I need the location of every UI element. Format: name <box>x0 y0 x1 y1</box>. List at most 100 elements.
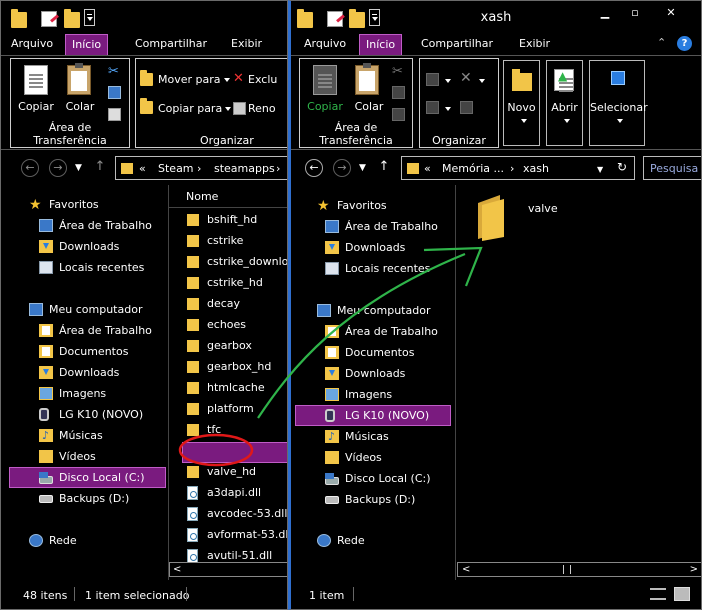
new-folder-icon[interactable] <box>64 9 80 28</box>
tree-label: Músicas <box>59 429 103 442</box>
scroll-thumb[interactable] <box>563 565 571 574</box>
forward-button[interactable]: → <box>333 159 351 177</box>
recent-places-icon <box>39 261 53 274</box>
scroll-left-icon[interactable]: < <box>462 563 470 576</box>
breadcrumb-chevron-icon: › <box>276 162 281 175</box>
tree-label: Locais recentes <box>59 261 145 274</box>
horizontal-scrollbar[interactable]: < <box>169 562 287 577</box>
cut-icon[interactable]: ✂ <box>392 65 405 78</box>
tab-compartilhar[interactable]: Compartilhar <box>415 34 499 55</box>
folder-icon <box>187 235 199 247</box>
paste-icon <box>67 63 91 95</box>
copy-button[interactable]: Copiar <box>13 100 59 113</box>
tab-inicio[interactable]: Início <box>65 34 109 55</box>
tree-label: Documentos <box>345 346 415 359</box>
copy-path-icon[interactable] <box>108 86 121 99</box>
tree-label: Imagens <box>59 387 107 400</box>
properties-icon[interactable] <box>41 11 57 27</box>
tab-inicio[interactable]: Início <box>359 34 403 55</box>
breadcrumb-memoria[interactable]: Memória ... <box>442 162 504 175</box>
paste-button[interactable]: Colar <box>348 100 390 113</box>
local-disk-icon <box>39 472 53 484</box>
back-button[interactable]: ← <box>21 159 39 177</box>
tab-arquivo[interactable]: Arquivo <box>5 34 59 55</box>
move-to-button[interactable]: Mover para <box>158 73 230 86</box>
copy-to-dropdown-icon[interactable] <box>445 107 451 111</box>
delete-icon[interactable]: ✕ <box>460 70 472 86</box>
delete-button[interactable]: Exclu <box>248 73 277 86</box>
breadcrumb-steam[interactable]: Steam <box>158 162 194 175</box>
copy-to-icon[interactable] <box>426 101 439 114</box>
recent-locations-button[interactable]: ▼ <box>75 163 82 173</box>
move-to-dropdown-icon[interactable] <box>445 79 451 83</box>
desktop-folder-icon <box>325 325 339 338</box>
column-header-name[interactable]: Nome <box>186 190 218 203</box>
tree-label: Músicas <box>345 430 389 443</box>
minimize-button[interactable]: ▁ <box>593 5 617 21</box>
file-name: platform <box>207 402 254 415</box>
cut-icon[interactable]: ✂ <box>108 65 121 78</box>
downloads-icon <box>39 366 53 379</box>
back-button[interactable]: ← <box>305 159 323 177</box>
new-button[interactable]: Novo <box>503 60 540 146</box>
folder-icon[interactable] <box>11 9 27 28</box>
copy-path-icon[interactable] <box>392 86 405 99</box>
up-button[interactable]: ↑ <box>375 159 393 177</box>
tree-label: Downloads <box>59 366 120 379</box>
horizontal-scrollbar[interactable]: < > <box>457 562 701 577</box>
breadcrumb-steamapps[interactable]: steamapps <box>214 162 275 175</box>
rename-button[interactable]: Reno <box>248 102 276 115</box>
help-icon[interactable]: ? <box>677 36 692 51</box>
status-divider <box>353 587 354 601</box>
large-icons-view-icon[interactable] <box>674 587 690 601</box>
address-bar[interactable]: « Memória ... › xash ▼ ↻ <box>401 156 635 180</box>
select-all-icon <box>611 71 625 85</box>
tab-exibir[interactable]: Exibir <box>513 34 556 55</box>
new-label: Novo <box>507 101 536 114</box>
breadcrumb-xash[interactable]: xash <box>523 162 549 175</box>
move-to-icon[interactable] <box>426 73 439 86</box>
file-name: gearbox_hd <box>207 360 272 373</box>
select-button[interactable]: Selecionar <box>589 60 648 146</box>
scroll-right-icon[interactable]: > <box>690 563 698 576</box>
status-divider <box>186 587 187 601</box>
tab-compartilhar[interactable]: Compartilhar <box>129 34 213 55</box>
tree-label: LG K10 (NOVO) <box>59 408 144 421</box>
address-separator: « <box>139 162 146 175</box>
file-name: valve_hd <box>207 465 257 478</box>
backup-drive-icon <box>325 496 339 504</box>
open-button[interactable]: ▲ Abrir <box>546 60 583 146</box>
breadcrumb-chevron-icon: › <box>510 162 515 175</box>
file-item-valve[interactable]: valve <box>474 193 584 241</box>
scroll-left-icon[interactable]: < <box>173 563 181 576</box>
rename-icon[interactable] <box>460 101 473 114</box>
left-titlebar <box>1 1 287 33</box>
paste-shortcut-icon[interactable] <box>392 108 405 121</box>
dll-file-icon <box>187 549 198 563</box>
file-name: a3dapi.dll <box>207 486 262 499</box>
delete-dropdown-icon[interactable] <box>479 79 485 83</box>
copy-to-button[interactable]: Copiar para <box>158 102 232 115</box>
right-titlebar: xash ▁ ▫ ✕ <box>291 1 701 33</box>
folder-icon <box>187 466 199 478</box>
collapse-ribbon-icon[interactable]: ⌃ <box>657 36 666 49</box>
maximize-button[interactable]: ▫ <box>623 5 647 21</box>
tree-label: Downloads <box>345 241 406 254</box>
details-view-icon[interactable] <box>650 588 666 600</box>
close-button[interactable]: ✕ <box>659 5 683 21</box>
address-dropdown-icon[interactable]: ▼ <box>597 165 603 174</box>
tree-label: Área de Trabalho <box>59 324 152 337</box>
paste-button[interactable]: Colar <box>59 100 101 113</box>
up-button[interactable]: ↑ <box>91 159 109 177</box>
search-input[interactable]: Pesquisa <box>643 156 701 180</box>
address-bar[interactable]: « Steam › steamapps › <box>115 156 287 180</box>
forward-button[interactable]: → <box>49 159 67 177</box>
qat-dropdown-button[interactable] <box>84 9 95 26</box>
copy-button[interactable]: Copiar <box>302 100 348 113</box>
tab-exibir[interactable]: Exibir <box>225 34 268 55</box>
documents-icon <box>325 346 339 359</box>
paste-shortcut-icon[interactable] <box>108 108 121 121</box>
recent-locations-button[interactable]: ▼ <box>359 163 366 173</box>
refresh-icon[interactable]: ↻ <box>617 160 627 174</box>
tab-arquivo[interactable]: Arquivo <box>298 34 352 55</box>
